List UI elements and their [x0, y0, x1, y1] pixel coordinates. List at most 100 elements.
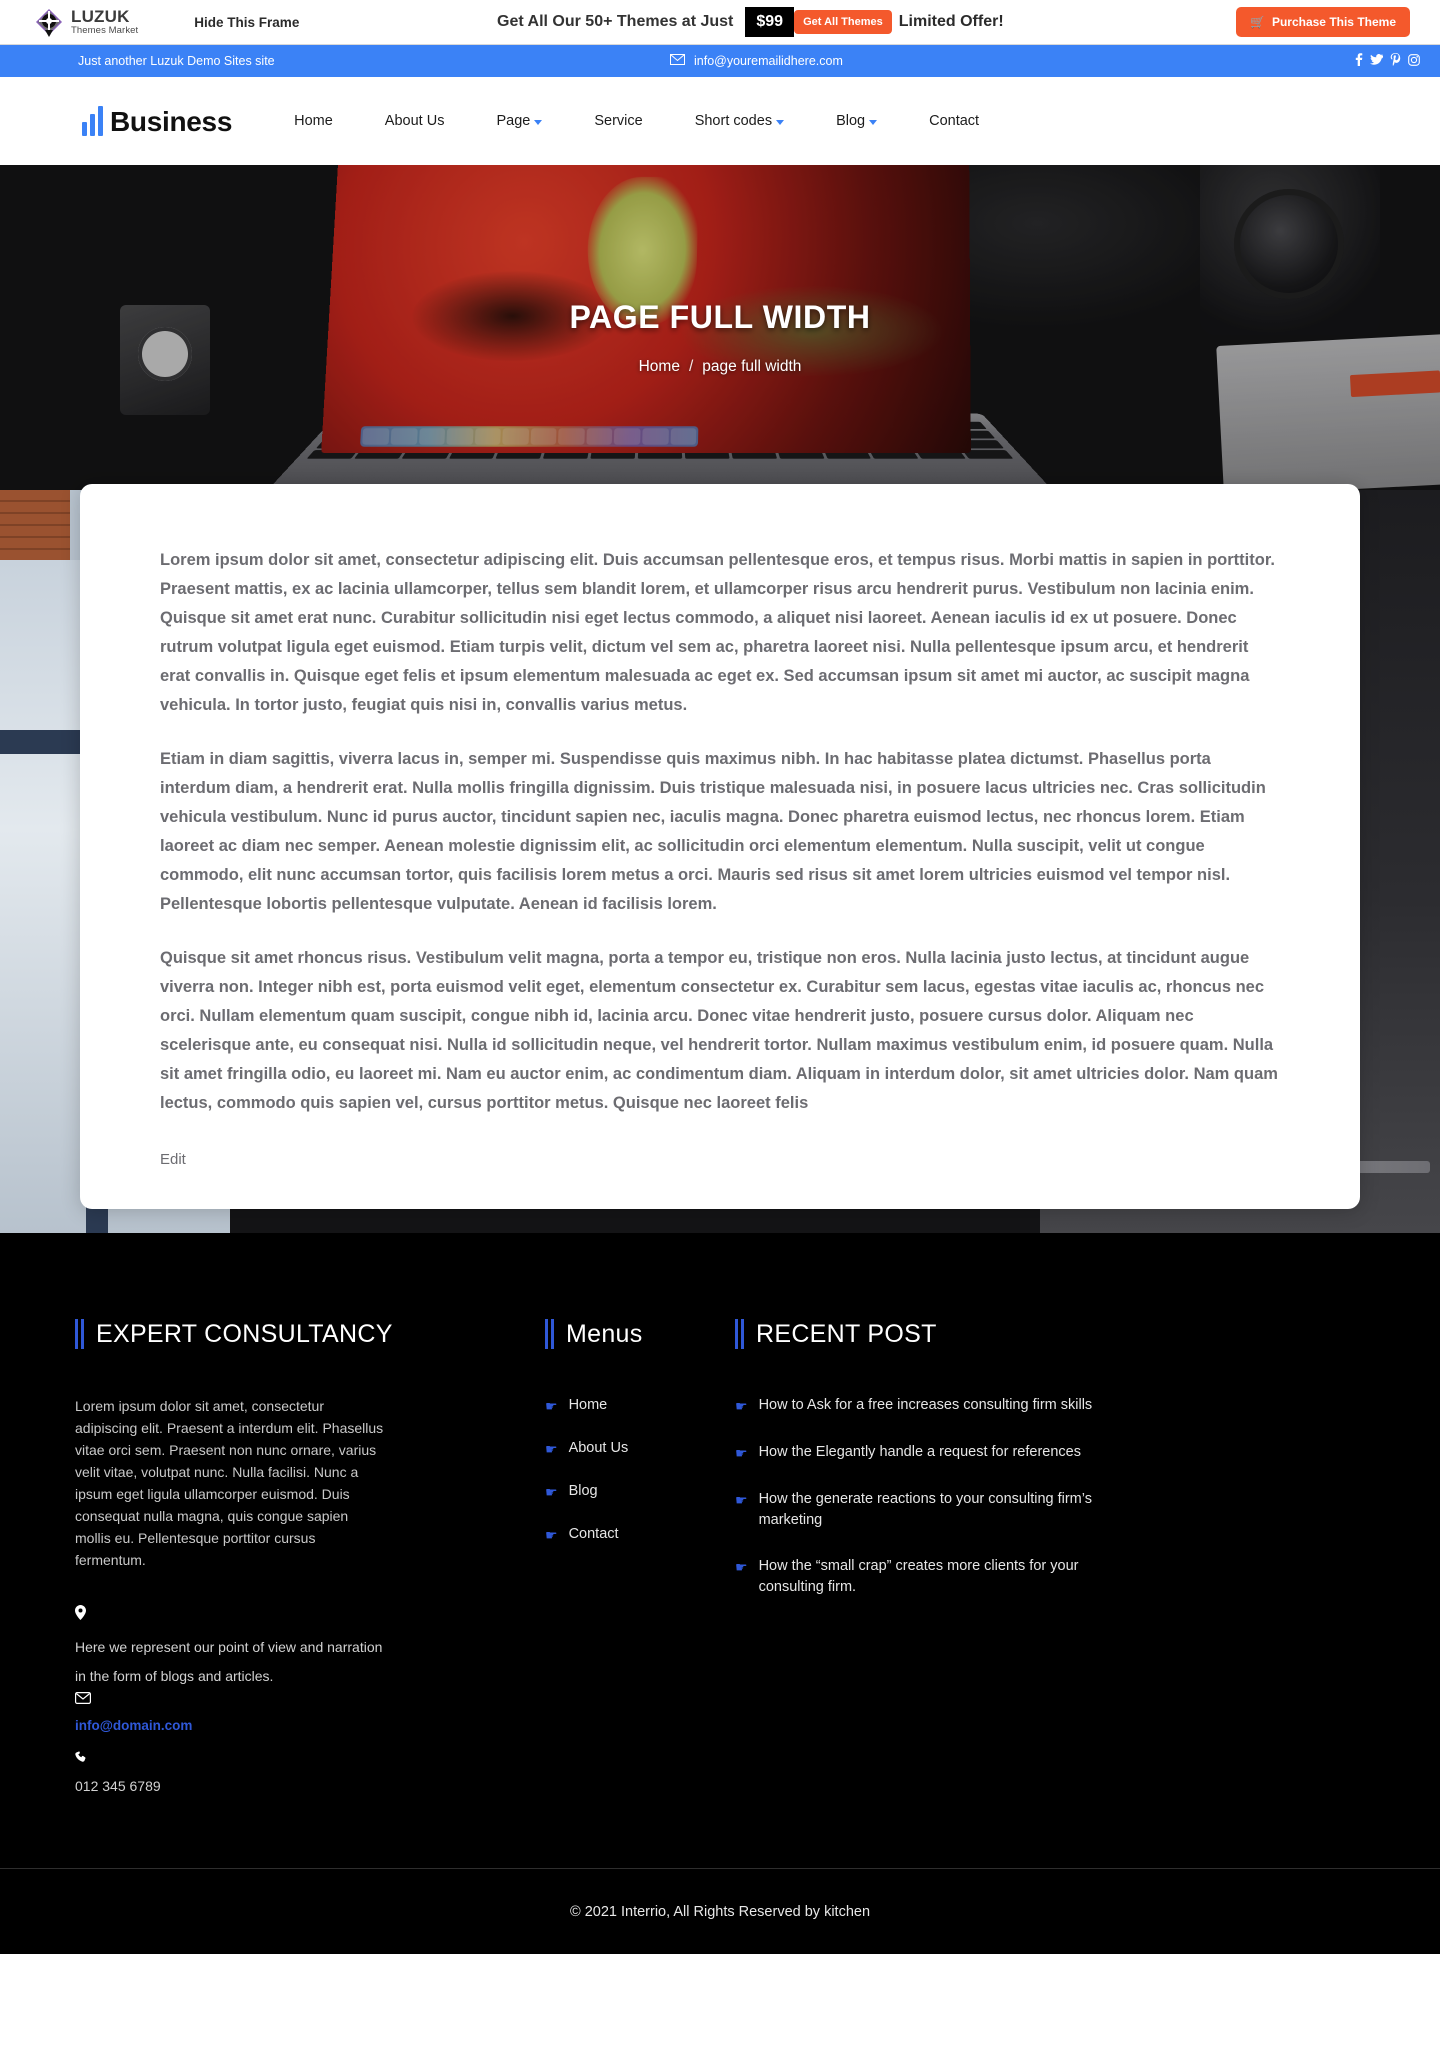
- nav-item-short-codes[interactable]: Short codes: [669, 113, 810, 129]
- footer-menu-item-home-label: Home: [569, 1395, 608, 1416]
- footer-menu-list: ☛ Home ☛ About Us ☛ Blog ☛ Contact: [545, 1395, 735, 1546]
- nav-item-service-label: Service: [594, 113, 642, 129]
- footer-columns: EXPERT CONSULTANCY Lorem ipsum dolor sit…: [75, 1319, 1365, 1794]
- nav-item-about-us-label: About Us: [385, 113, 445, 129]
- content-paragraph-2: Etiam in diam sagittis, viverra lacus in…: [160, 745, 1280, 919]
- hand-point-right-icon: ☛: [545, 1439, 558, 1460]
- site-logo-text: Business: [110, 109, 232, 136]
- nav-item-page[interactable]: Page: [470, 113, 568, 129]
- envelope-icon: [670, 54, 685, 68]
- luzuk-brand-name: LUZUK: [71, 8, 138, 25]
- hand-point-right-icon: ☛: [735, 1490, 748, 1511]
- luzuk-promo-bar: LUZUK Themes Market Hide This Frame Get …: [0, 0, 1440, 45]
- footer-menus-heading: Menus: [545, 1319, 735, 1349]
- envelope-icon: [75, 1691, 545, 1707]
- nav-item-home-label: Home: [294, 113, 333, 129]
- limited-offer-text: Limited Offer!: [899, 13, 1004, 31]
- purchase-this-theme-button[interactable]: 🛒 Purchase This Theme: [1236, 7, 1410, 37]
- luzuk-brand-tagline: Themes Market: [71, 26, 138, 36]
- nav-links: Home About Us Page Service Short codes B…: [268, 113, 1005, 129]
- nav-item-blog-label: Blog: [836, 113, 865, 129]
- footer-menu-item-home[interactable]: ☛ Home: [545, 1395, 735, 1417]
- footer-email-link[interactable]: info@domain.com: [75, 1718, 192, 1733]
- footer-phone: 012 345 6789: [75, 1778, 545, 1794]
- site-tagline: Just another Luzuk Demo Sites site: [78, 54, 275, 68]
- hero-banner: PAGE FULL WIDTH Home / page full width: [0, 165, 1440, 490]
- header-email-text: info@youremailidhere.com: [694, 54, 843, 68]
- luzuk-diamond-icon: [34, 7, 64, 37]
- hand-point-right-icon: ☛: [545, 1396, 558, 1417]
- nav-item-short-codes-label: Short codes: [695, 113, 772, 129]
- breadcrumb: Home / page full width: [639, 358, 802, 376]
- site-logo[interactable]: Business: [82, 106, 232, 136]
- instagram-icon[interactable]: [1408, 54, 1420, 69]
- purchase-this-theme-label: Purchase This Theme: [1272, 15, 1396, 29]
- map-pin-icon: [75, 1605, 545, 1623]
- content-section: Lorem ipsum dolor sit amet, consectetur …: [0, 490, 1440, 1233]
- copyright-text: © 2021 Interrio, All Rights Reserved by …: [570, 1904, 870, 1920]
- nav-item-blog[interactable]: Blog: [810, 113, 903, 129]
- nav-item-service[interactable]: Service: [568, 113, 668, 129]
- recent-post-item-label: How to Ask for a free increases consulti…: [759, 1395, 1093, 1416]
- nav-item-contact-label: Contact: [929, 113, 979, 129]
- nav-item-about-us[interactable]: About Us: [359, 113, 471, 129]
- content-paragraph-3: Quisque sit amet rhoncus risus. Vestibul…: [160, 944, 1280, 1118]
- hide-this-frame-button[interactable]: Hide This Frame: [194, 15, 299, 30]
- get-all-themes-button[interactable]: Get All Themes: [794, 10, 892, 34]
- pinterest-icon[interactable]: [1390, 53, 1401, 69]
- twitter-icon[interactable]: [1370, 54, 1383, 68]
- footer-column-about: EXPERT CONSULTANCY Lorem ipsum dolor sit…: [75, 1319, 545, 1794]
- footer-menu-item-contact-label: Contact: [569, 1524, 619, 1545]
- header-email-block[interactable]: info@youremailidhere.com: [670, 54, 843, 68]
- footer-column-menus: Menus ☛ Home ☛ About Us ☛ Blog ☛ Contact: [545, 1319, 735, 1794]
- recent-post-item[interactable]: ☛ How the Elegantly handle a request for…: [735, 1442, 1135, 1464]
- cart-icon: 🛒: [1250, 15, 1265, 29]
- footer-contact-block: Here we represent our point of view and …: [75, 1605, 545, 1794]
- site-footer: EXPERT CONSULTANCY Lorem ipsum dolor sit…: [0, 1233, 1440, 1954]
- recent-post-item[interactable]: ☛ How the generate reactions to your con…: [735, 1489, 1135, 1531]
- nav-item-contact[interactable]: Contact: [903, 113, 1005, 129]
- nav-item-home[interactable]: Home: [268, 113, 359, 129]
- recent-post-item-label: How the generate reactions to your consu…: [759, 1489, 1135, 1531]
- footer-about-body: Lorem ipsum dolor sit amet, consectetur …: [75, 1395, 385, 1571]
- phone-icon: [75, 1751, 545, 1768]
- social-links: [1355, 53, 1420, 69]
- footer-menu-item-contact[interactable]: ☛ Contact: [545, 1524, 735, 1546]
- content-card: Lorem ipsum dolor sit amet, consectetur …: [80, 484, 1360, 1209]
- facebook-icon[interactable]: [1355, 53, 1363, 69]
- recent-post-item-label: How the “small crap” creates more client…: [759, 1556, 1135, 1598]
- hand-point-right-icon: ☛: [735, 1557, 748, 1578]
- hand-point-right-icon: ☛: [545, 1482, 558, 1503]
- recent-post-item[interactable]: ☛ How the “small crap” creates more clie…: [735, 1556, 1135, 1598]
- luzuk-logo[interactable]: LUZUK Themes Market: [34, 7, 138, 37]
- footer-menu-item-about-us-label: About Us: [569, 1438, 629, 1459]
- footer-copyright-bar: © 2021 Interrio, All Rights Reserved by …: [0, 1868, 1440, 1954]
- heading-accent-bars-icon: [75, 1319, 84, 1349]
- bar-chart-icon: [82, 106, 103, 136]
- promo-offer-text: Get All Our 50+ Themes at Just: [497, 13, 733, 31]
- footer-menu-item-blog[interactable]: ☛ Blog: [545, 1481, 735, 1503]
- hand-point-right-icon: ☛: [735, 1443, 748, 1464]
- promo-offer-group: Get All Our 50+ Themes at Just $99 Get A…: [497, 0, 1004, 45]
- edit-link[interactable]: Edit: [160, 1151, 186, 1168]
- recent-post-item[interactable]: ☛ How to Ask for a free increases consul…: [735, 1395, 1135, 1417]
- footer-menu-item-about-us[interactable]: ☛ About Us: [545, 1438, 735, 1460]
- heading-accent-bars-icon: [735, 1319, 744, 1349]
- page-title: PAGE FULL WIDTH: [569, 299, 870, 336]
- footer-recent-post-title: RECENT POST: [756, 1320, 937, 1349]
- breadcrumb-home-link[interactable]: Home: [639, 358, 680, 376]
- footer-address: Here we represent our point of view and …: [75, 1633, 395, 1691]
- footer-about-heading: EXPERT CONSULTANCY: [75, 1319, 545, 1349]
- heading-accent-bars-icon: [545, 1319, 554, 1349]
- promo-price-badge: $99: [745, 7, 794, 37]
- chevron-down-icon: [869, 120, 877, 125]
- footer-recent-post-list: ☛ How to Ask for a free increases consul…: [735, 1395, 1365, 1598]
- main-navigation: Business Home About Us Page Service Shor…: [0, 77, 1440, 165]
- breadcrumb-current: page full width: [702, 358, 801, 376]
- footer-about-title: EXPERT CONSULTANCY: [96, 1320, 393, 1349]
- chevron-down-icon: [534, 120, 542, 125]
- hand-point-right-icon: ☛: [545, 1525, 558, 1546]
- footer-menus-title: Menus: [566, 1320, 643, 1349]
- footer-recent-post-heading: RECENT POST: [735, 1319, 1365, 1349]
- nav-item-page-label: Page: [496, 113, 530, 129]
